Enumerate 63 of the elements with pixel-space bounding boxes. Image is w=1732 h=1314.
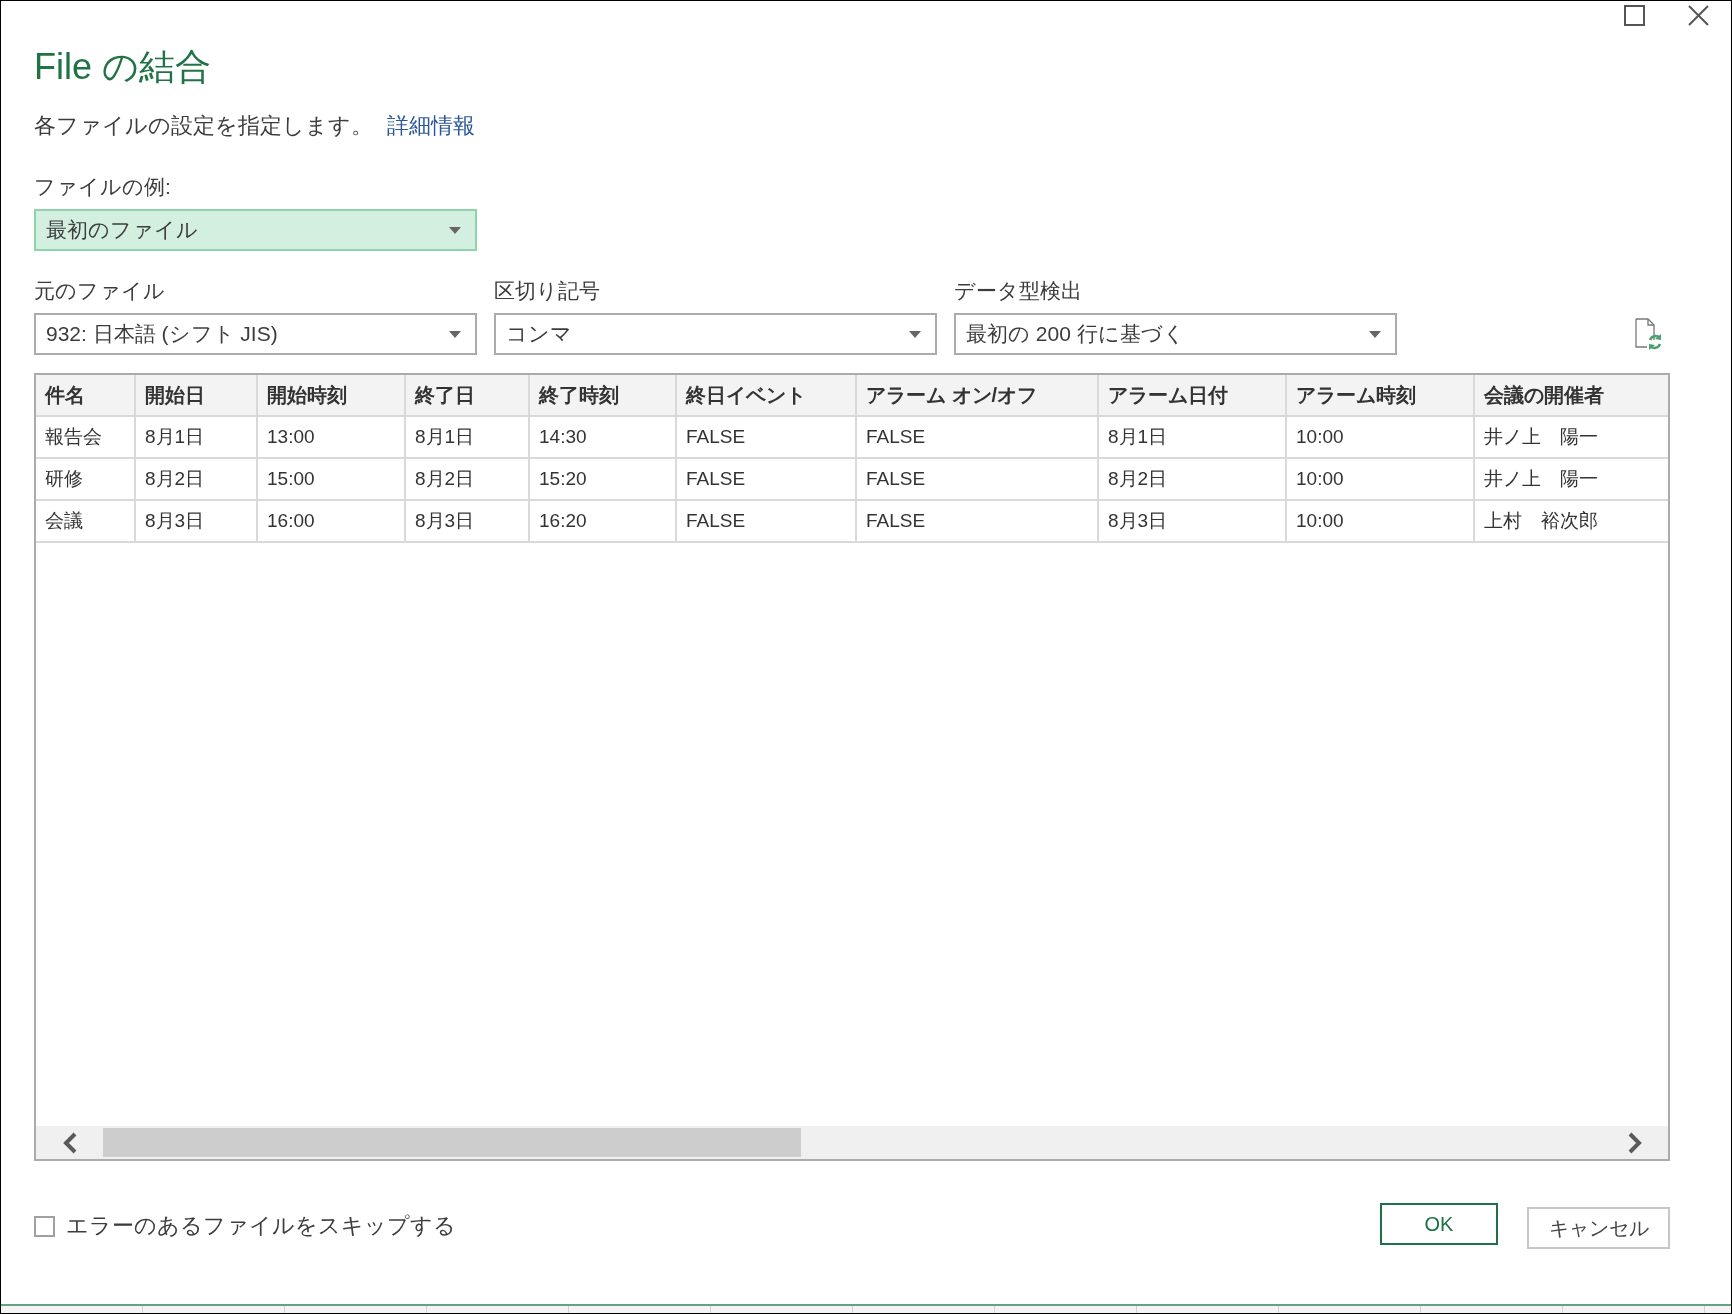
table-cell: 15:00 xyxy=(257,458,405,500)
field-label: ファイルの例: xyxy=(34,174,171,200)
table-cell: 8月3日 xyxy=(1098,500,1286,542)
table-cell: 8月1日 xyxy=(405,416,529,458)
dialog-title: File の結合 xyxy=(34,45,211,89)
table-cell: FALSE xyxy=(856,416,1098,458)
table-cell: 10:00 xyxy=(1286,458,1474,500)
dropdown[interactable]: コンマ xyxy=(494,313,937,355)
dropdown[interactable]: 932: 日本語 (シフト JIS) xyxy=(34,313,477,355)
table-cell: FALSE xyxy=(676,416,856,458)
table-cell: 8月2日 xyxy=(405,458,529,500)
table-cell: FALSE xyxy=(856,458,1098,500)
column-header[interactable]: 終日イベント xyxy=(676,375,856,416)
table-cell: 会議 xyxy=(36,500,135,542)
column-header[interactable]: 開始日 xyxy=(135,375,257,416)
table-cell: 研修 xyxy=(36,458,135,500)
table-cell: 15:20 xyxy=(529,458,676,500)
column-header[interactable]: 会議の開催者 xyxy=(1474,375,1668,416)
table-cell: 8月2日 xyxy=(135,458,257,500)
column-header[interactable]: 開始時刻 xyxy=(257,375,405,416)
table-cell: 16:00 xyxy=(257,500,405,542)
checkbox-label: エラーのあるファイルをスキップする xyxy=(66,1212,456,1240)
column-header[interactable]: 終了時刻 xyxy=(529,375,676,416)
dropdown[interactable]: 最初のファイル xyxy=(34,209,477,251)
ok-button[interactable]: OK xyxy=(1380,1203,1498,1245)
column-header[interactable]: 終了日 xyxy=(405,375,529,416)
close-icon[interactable] xyxy=(1688,5,1709,26)
caret-icon xyxy=(1369,330,1381,338)
caret-icon xyxy=(449,330,461,338)
field-label: データ型検出 xyxy=(954,278,1082,304)
more-info-link[interactable]: 詳細情報 xyxy=(387,111,475,141)
field-label: 元のファイル xyxy=(34,278,165,304)
dropdown[interactable]: 最初の 200 行に基づく xyxy=(954,313,1397,355)
maximize-icon[interactable] xyxy=(1624,5,1645,26)
table-cell: FALSE xyxy=(676,458,856,500)
table-cell: 10:00 xyxy=(1286,416,1474,458)
horizontal-scrollbar[interactable] xyxy=(36,1126,1668,1159)
cancel-button[interactable]: キャンセル xyxy=(1527,1207,1670,1249)
chevron-right-icon[interactable] xyxy=(1627,1131,1642,1154)
checkbox[interactable] xyxy=(34,1215,55,1237)
scrollbar-thumb[interactable] xyxy=(103,1128,801,1157)
caret-icon xyxy=(909,330,921,338)
column-header[interactable]: アラーム時刻 xyxy=(1286,375,1474,416)
chevron-left-icon[interactable] xyxy=(62,1131,77,1154)
table-cell: 14:30 xyxy=(529,416,676,458)
column-header[interactable]: 件名 xyxy=(36,375,135,416)
table-cell: 13:00 xyxy=(257,416,405,458)
table-cell: 8月2日 xyxy=(1098,458,1286,500)
caret-icon xyxy=(449,226,461,234)
table-cell: 8月3日 xyxy=(405,500,529,542)
table-cell: 16:20 xyxy=(529,500,676,542)
table-cell: 8月3日 xyxy=(135,500,257,542)
table-cell: 8月1日 xyxy=(1098,416,1286,458)
field-label: 区切り記号 xyxy=(494,278,600,304)
column-header[interactable]: アラーム オン/オフ xyxy=(856,375,1098,416)
table-cell: 10:00 xyxy=(1286,500,1474,542)
table-cell: 報告会 xyxy=(36,416,135,458)
description-text: 各ファイルの設定を指定します。 xyxy=(34,112,373,140)
table-cell: FALSE xyxy=(676,500,856,542)
table-cell: FALSE xyxy=(856,500,1098,542)
table-cell: 8月1日 xyxy=(135,416,257,458)
file-refresh-icon[interactable] xyxy=(1634,318,1662,350)
column-header[interactable]: アラーム日付 xyxy=(1098,375,1286,416)
